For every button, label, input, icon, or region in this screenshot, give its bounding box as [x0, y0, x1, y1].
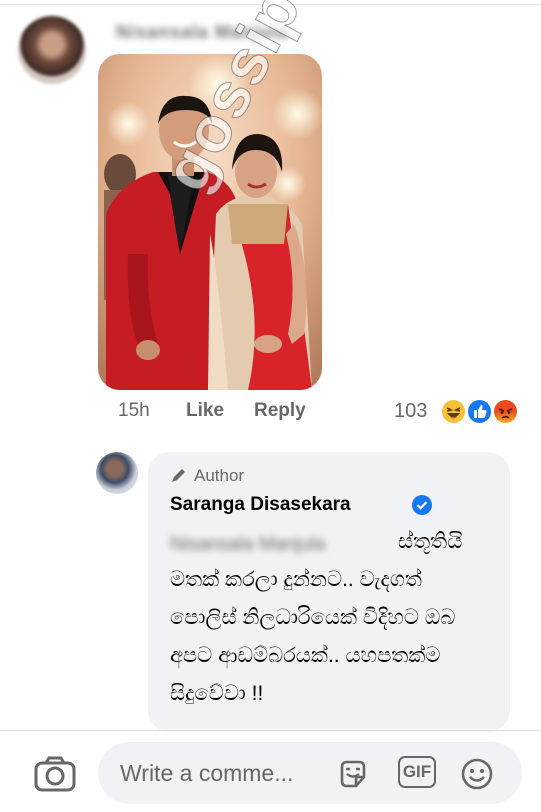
reply-text-line: සිදුවේවා !!: [170, 682, 264, 705]
like-button[interactable]: Like: [186, 400, 224, 422]
verified-badge-icon: [412, 495, 432, 515]
reply-text-line: පොලිස් නිලධාරියෙක් විදිහට ඔබ: [170, 606, 456, 629]
author-badge-label: Author: [194, 466, 245, 485]
author-badge: Author: [170, 466, 244, 486]
reply-button[interactable]: Reply: [254, 400, 306, 422]
haha-icon[interactable]: [440, 398, 467, 425]
camera-icon[interactable]: [34, 756, 76, 792]
sticker-icon[interactable]: [336, 757, 370, 791]
commenter-avatar[interactable]: [18, 16, 86, 84]
emoji-icon[interactable]: [460, 757, 494, 791]
like-reaction-icon[interactable]: [466, 398, 493, 425]
reply-text-line: අපට ආඩම්බරයක්.. යහපතක්ම: [170, 644, 441, 667]
reaction-count[interactable]: 103: [394, 400, 427, 423]
comment-time: 15h: [118, 400, 150, 421]
composer-divider: [0, 730, 541, 731]
reply-text-line: ස්තූතියි: [398, 530, 463, 553]
tagged-name-blurred[interactable]: Nisansala Manjula: [170, 534, 394, 556]
comment-placeholder: Write a comme...: [120, 760, 294, 786]
gif-button[interactable]: GIF: [398, 756, 436, 788]
author-avatar[interactable]: [96, 452, 138, 494]
reply-bubble: Author Saranga Disasekara Nisansala Manj…: [148, 452, 510, 732]
pen-icon: [172, 469, 185, 482]
comment-input[interactable]: Write a comme... GIF: [98, 742, 522, 804]
angry-icon[interactable]: [492, 398, 519, 425]
gif-label: GIF: [402, 762, 432, 781]
reply-text-line: මතක් කරලා දුන්නට.. වැදගත්: [170, 568, 422, 591]
reply-author-name[interactable]: Saranga Disasekara: [170, 494, 351, 516]
